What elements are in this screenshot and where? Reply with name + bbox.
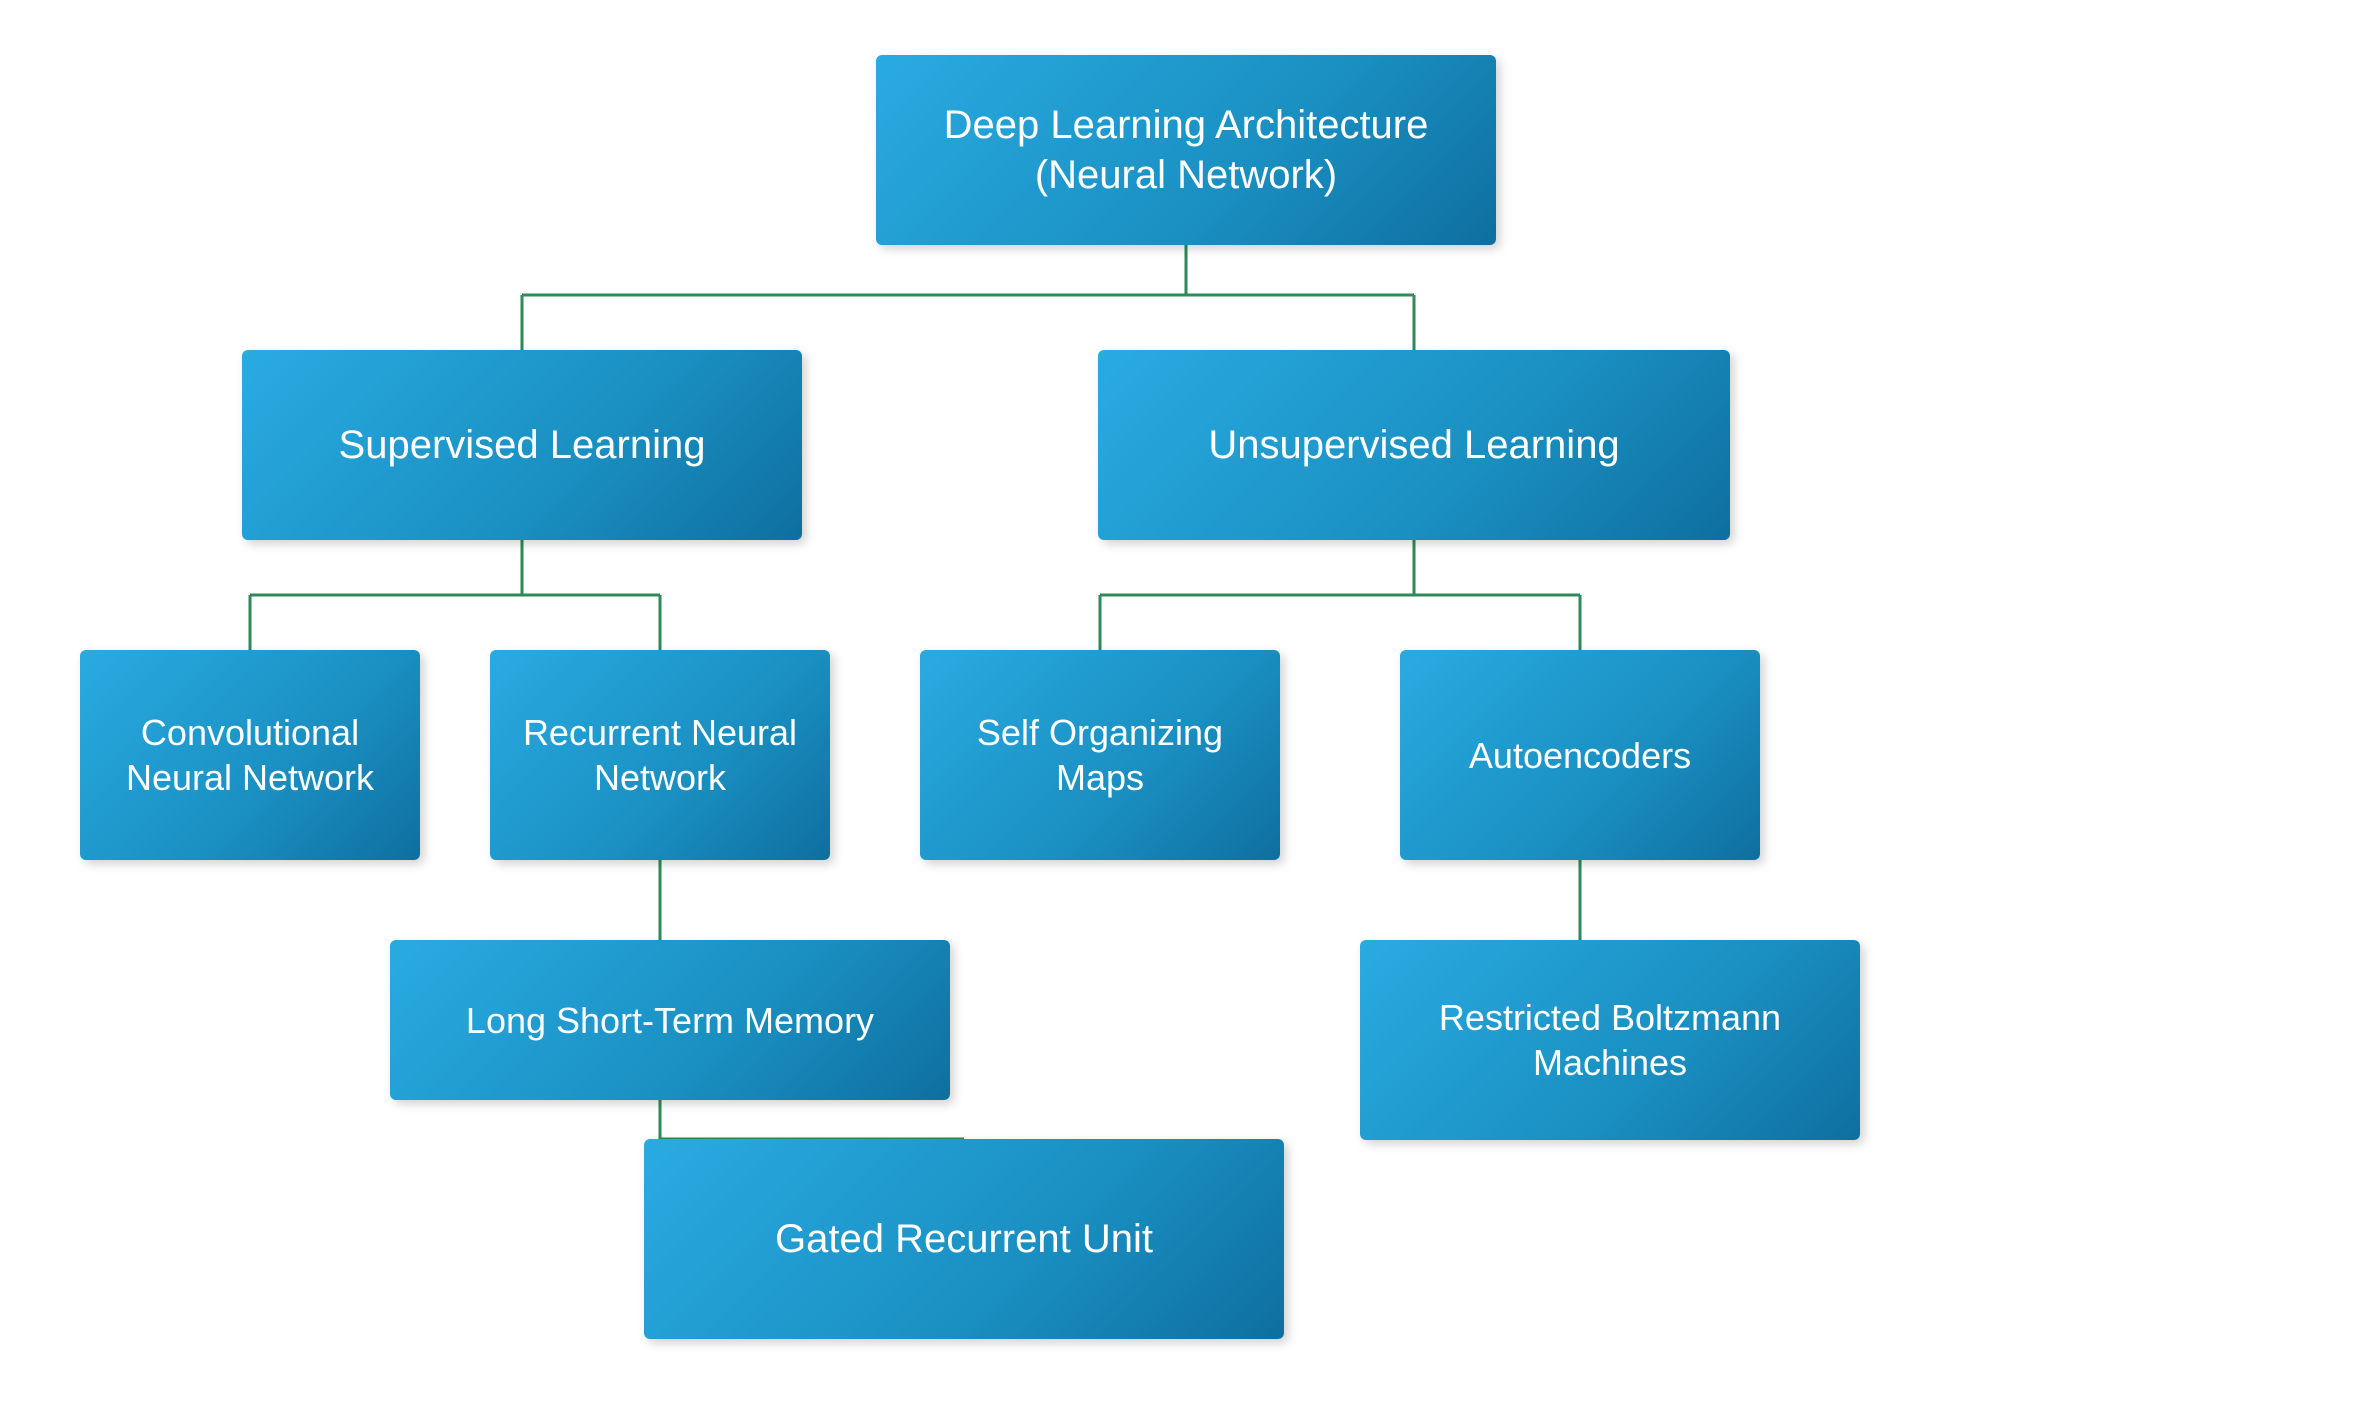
- node-ae-label: Autoencoders: [1469, 733, 1691, 778]
- node-gru: Gated Recurrent Unit: [644, 1139, 1284, 1339]
- node-root-label: Deep Learning Architecture (Neural Netwo…: [904, 100, 1468, 200]
- node-rnn: Recurrent Neural Network: [490, 650, 830, 860]
- node-cnn: Convolutional Neural Network: [80, 650, 420, 860]
- node-cnn-label: Convolutional Neural Network: [108, 710, 392, 800]
- node-unsupervised: Unsupervised Learning: [1098, 350, 1730, 540]
- node-lstm: Long Short-Term Memory: [390, 940, 950, 1100]
- node-supervised-label: Supervised Learning: [339, 420, 706, 470]
- node-ae: Autoencoders: [1400, 650, 1760, 860]
- node-supervised: Supervised Learning: [242, 350, 802, 540]
- diagram-container: Deep Learning Architecture (Neural Netwo…: [0, 0, 2372, 1406]
- node-rbm-label: Restricted Boltzmann Machines: [1388, 995, 1832, 1085]
- node-rnn-label: Recurrent Neural Network: [518, 710, 802, 800]
- node-gru-label: Gated Recurrent Unit: [775, 1214, 1153, 1264]
- node-unsupervised-label: Unsupervised Learning: [1208, 420, 1619, 470]
- node-rbm: Restricted Boltzmann Machines: [1360, 940, 1860, 1140]
- node-som-label: Self Organizing Maps: [948, 710, 1252, 800]
- node-root: Deep Learning Architecture (Neural Netwo…: [876, 55, 1496, 245]
- node-lstm-label: Long Short-Term Memory: [466, 998, 874, 1043]
- node-som: Self Organizing Maps: [920, 650, 1280, 860]
